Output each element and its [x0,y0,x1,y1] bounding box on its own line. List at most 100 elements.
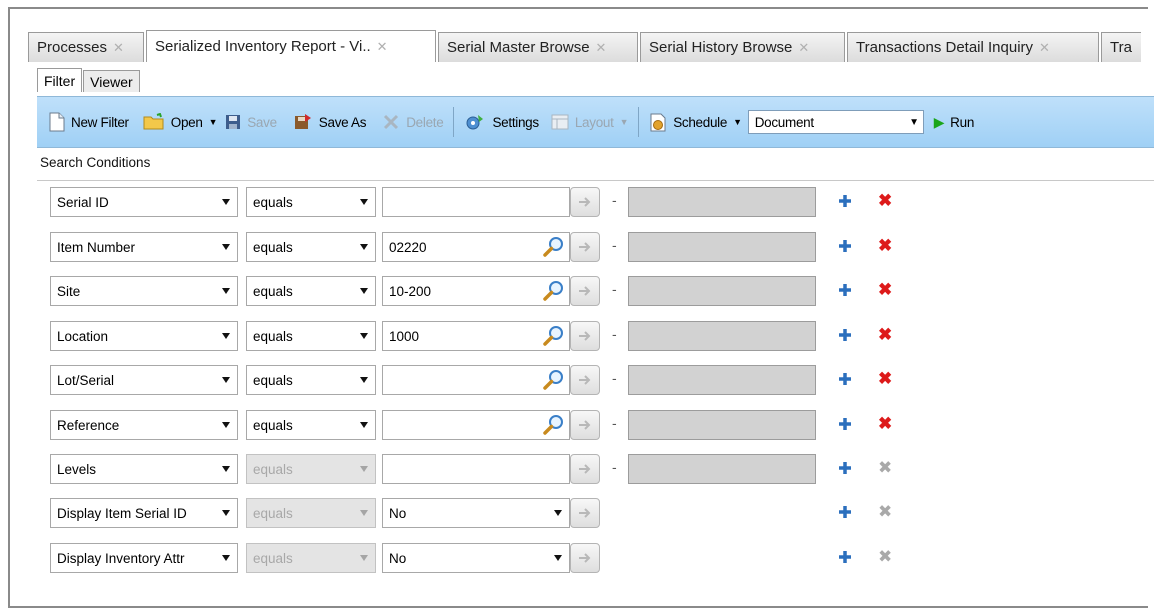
operator-select[interactable]: equals [246,232,376,262]
range-separator: - [612,370,617,386]
condition-row: Site equals 10-200 - ✖ [0,276,1154,306]
tab-viewer[interactable]: Viewer [83,70,140,92]
arrow-right-icon [579,420,591,430]
save-as-icon [294,114,311,129]
schedule-button[interactable]: Schedule ▼ [649,112,742,132]
remove-condition-icon[interactable]: ✖ [878,415,892,433]
chevron-down-icon [222,288,230,294]
search-icon[interactable] [541,412,567,438]
tab-serial-history-browse[interactable]: Serial History Browse ✕ [640,32,845,62]
field-select[interactable]: Serial ID [50,187,238,217]
go-button[interactable] [570,543,600,573]
tab-filter[interactable]: Filter [37,68,83,92]
value-text: 02220 [389,239,427,255]
remove-condition-icon[interactable]: ✖ [878,237,892,255]
operator-select[interactable]: equals [246,321,376,351]
range-separator: - [612,415,617,431]
go-button[interactable] [570,321,600,351]
go-button[interactable] [570,276,600,306]
go-button[interactable] [570,187,600,217]
add-condition-icon[interactable] [837,549,853,565]
field-select[interactable]: Display Inventory Attr [50,543,238,573]
operator-select-value: equals [253,550,293,566]
tab-serial-master-browse[interactable]: Serial Master Browse ✕ [438,32,638,62]
operator-select-value: equals [253,461,293,477]
operator-select[interactable]: equals [246,365,376,395]
close-icon[interactable]: ✕ [377,39,388,55]
delete-button[interactable]: Delete [382,113,444,131]
add-condition-icon[interactable] [837,460,853,476]
field-select[interactable]: Item Number [50,232,238,262]
go-button[interactable] [570,365,600,395]
add-condition-icon[interactable] [837,416,853,432]
field-select[interactable]: Reference [50,410,238,440]
remove-condition-icon[interactable]: ✖ [878,326,892,344]
arrow-right-icon [579,375,591,385]
field-select[interactable]: Display Item Serial ID [50,498,238,528]
chevron-down-icon: ▼ [909,116,919,128]
search-icon[interactable] [541,278,567,304]
value-select[interactable]: No [382,498,570,528]
close-icon[interactable]: ✕ [1039,40,1050,56]
remove-condition-icon[interactable]: ✖ [878,281,892,299]
new-filter-button[interactable]: New Filter [49,112,129,132]
field-select[interactable]: Site [50,276,238,306]
operator-select: equals [246,543,376,573]
save-button[interactable]: Save [225,114,277,130]
field-select[interactable]: Levels [50,454,238,484]
open-button[interactable]: Open ▼ [143,113,217,131]
chevron-down-icon [360,333,368,339]
toolbar-separator [638,107,640,137]
add-condition-icon[interactable] [837,193,853,209]
search-icon[interactable] [541,323,567,349]
arrow-right-icon [579,553,591,563]
search-icon[interactable] [541,234,567,260]
operator-select: equals [246,498,376,528]
value-input[interactable] [382,187,570,217]
value-select[interactable]: No [382,543,570,573]
close-icon[interactable]: ✕ [596,40,607,56]
remove-condition-icon: ✖ [878,502,893,521]
condition-row: Display Inventory Attr equals No ✖ [0,543,1154,573]
tab-serialized-inventory-report[interactable]: Serialized Inventory Report - Vi.. ✕ [146,30,436,62]
arrow-right-icon [579,197,591,207]
close-icon[interactable]: ✕ [798,40,809,56]
tab-processes[interactable]: Processes ✕ [28,32,144,62]
remove-condition-icon[interactable]: ✖ [878,370,892,388]
save-as-button[interactable]: Save As [293,113,367,131]
layout-button[interactable]: Layout ▼ [551,114,628,130]
search-conditions-label: Search Conditions [40,155,151,170]
gear-icon [466,115,484,130]
go-button[interactable] [570,498,600,528]
go-button[interactable] [570,232,600,262]
remove-condition-icon[interactable]: ✖ [878,192,892,210]
remove-condition-icon: ✖ [878,547,893,566]
add-condition-icon[interactable] [837,282,853,298]
value-input[interactable] [382,454,570,484]
operator-select-value: equals [253,505,293,521]
chevron-down-icon [360,510,368,516]
search-icon[interactable] [541,367,567,393]
go-button[interactable] [570,410,600,440]
range-to-input [628,276,816,306]
operator-select[interactable]: equals [246,276,376,306]
chevron-down-icon: ▼ [208,117,218,127]
field-select[interactable]: Lot/Serial [50,365,238,395]
operator-select[interactable]: equals [246,410,376,440]
chevron-down-icon [222,510,230,516]
add-condition-icon[interactable] [837,238,853,254]
go-button[interactable] [570,454,600,484]
tab-overflow[interactable]: Tra [1101,32,1141,62]
settings-button[interactable]: Settings [464,113,539,131]
add-condition-icon[interactable] [837,371,853,387]
close-icon[interactable]: ✕ [113,40,124,56]
output-format-select[interactable]: Document ▼ [747,110,924,134]
add-condition-icon[interactable] [837,327,853,343]
field-select[interactable]: Location [50,321,238,351]
run-button[interactable]: Run [950,115,974,130]
operator-select-value: equals [253,283,293,299]
field-select-value: Serial ID [57,194,109,210]
tab-transactions-detail-inquiry[interactable]: Transactions Detail Inquiry ✕ [847,32,1099,62]
operator-select[interactable]: equals [246,187,376,217]
add-condition-icon[interactable] [837,504,853,520]
